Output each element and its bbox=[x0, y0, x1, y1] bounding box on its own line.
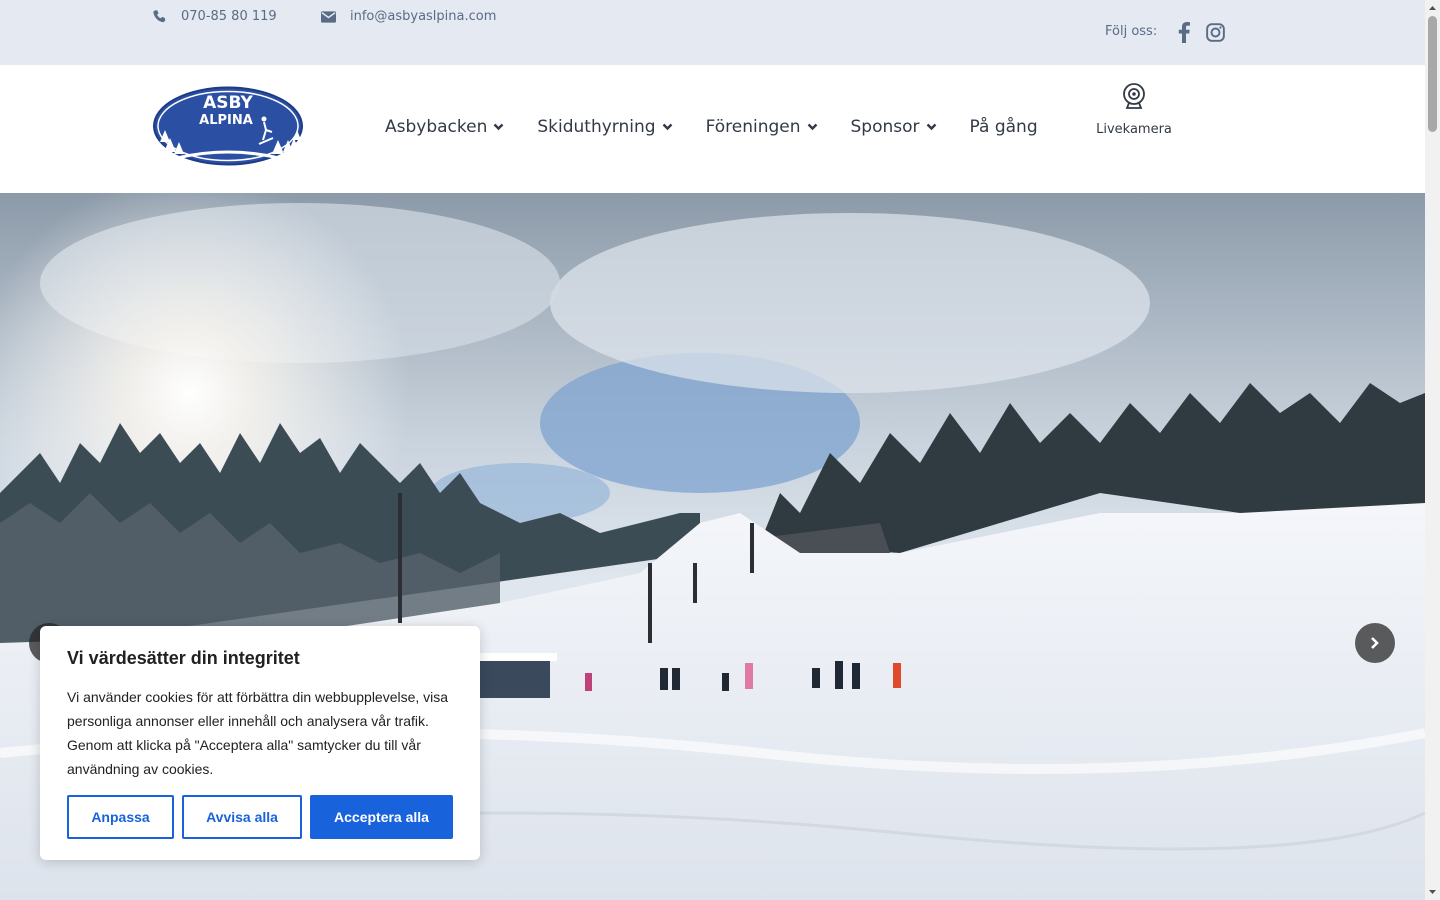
nav-item-label: På gång bbox=[969, 117, 1038, 137]
nav-item-sponsor[interactable]: Sponsor bbox=[851, 117, 937, 137]
nav-item-label: Föreningen bbox=[705, 117, 801, 137]
webcam-icon bbox=[1123, 83, 1145, 109]
main-navigation: Asbybacken Skiduthyrning Föreningen Spon… bbox=[385, 117, 1038, 137]
logo-text-line2: ALPINA bbox=[199, 113, 253, 128]
nav-item-foreningen[interactable]: Föreningen bbox=[706, 117, 818, 137]
follow-label: Följ oss: bbox=[1105, 24, 1158, 39]
instagram-link[interactable] bbox=[1204, 21, 1226, 43]
envelope-icon bbox=[321, 10, 336, 23]
nav-item-pa-gang[interactable]: På gång bbox=[970, 117, 1038, 137]
cookie-description: Vi använder cookies för att förbättra di… bbox=[67, 689, 449, 777]
nav-item-label: Sponsor bbox=[850, 117, 920, 137]
chevron-right-icon bbox=[1371, 637, 1379, 649]
facebook-link[interactable] bbox=[1173, 21, 1195, 43]
accept-all-button[interactable]: Acceptera alla bbox=[310, 795, 453, 839]
facebook-icon bbox=[1178, 21, 1190, 43]
cookie-consent-dialog: Vi värdesätter din integritet Vi använde… bbox=[40, 626, 480, 860]
scroll-down-arrow-icon[interactable] bbox=[1428, 888, 1437, 897]
chevron-down-icon bbox=[494, 123, 504, 131]
nav-item-label: Skiduthyrning bbox=[537, 117, 656, 137]
scroll-up-arrow-icon[interactable] bbox=[1428, 3, 1437, 12]
nav-item-label: Asbybacken bbox=[385, 117, 488, 137]
livecam-link[interactable]: Livekamera bbox=[1094, 83, 1174, 137]
scroll-thumb[interactable] bbox=[1428, 16, 1437, 132]
nav-item-skiduthyrning[interactable]: Skiduthyrning bbox=[537, 117, 672, 137]
logo-text-line1: ASBY bbox=[203, 93, 253, 113]
livecam-label: Livekamera bbox=[1096, 122, 1172, 137]
phone-icon bbox=[153, 10, 166, 23]
phone-number[interactable]: 070-85 80 119 bbox=[181, 9, 277, 24]
page-scrollbar[interactable] bbox=[1425, 0, 1440, 900]
email-address[interactable]: info@asbyaslpina.com bbox=[350, 9, 496, 24]
reject-all-button[interactable]: Avvisa alla bbox=[182, 795, 302, 839]
customize-button[interactable]: Anpassa bbox=[67, 795, 174, 839]
email-contact[interactable]: info@asbyaslpina.com bbox=[321, 9, 496, 24]
asby-alpina-logo[interactable]: ASBY ALPINA bbox=[152, 86, 304, 166]
chevron-down-icon bbox=[662, 123, 672, 131]
cookie-actions: Anpassa Avvisa alla Acceptera alla bbox=[67, 795, 453, 839]
top-contact-bar: 070-85 80 119 info@asbyaslpina.com Följ … bbox=[0, 0, 1425, 65]
site-header: ASBY ALPINA Asbybacken Skiduthyrning För… bbox=[0, 65, 1425, 193]
slider-next-button[interactable] bbox=[1355, 623, 1395, 663]
cookie-title: Vi värdesätter din integritet bbox=[67, 648, 300, 668]
chevron-down-icon bbox=[926, 123, 936, 131]
phone-contact[interactable]: 070-85 80 119 bbox=[152, 9, 277, 24]
nav-item-asbybacken[interactable]: Asbybacken bbox=[385, 117, 504, 137]
chevron-down-icon bbox=[807, 123, 817, 131]
instagram-icon bbox=[1205, 22, 1225, 42]
